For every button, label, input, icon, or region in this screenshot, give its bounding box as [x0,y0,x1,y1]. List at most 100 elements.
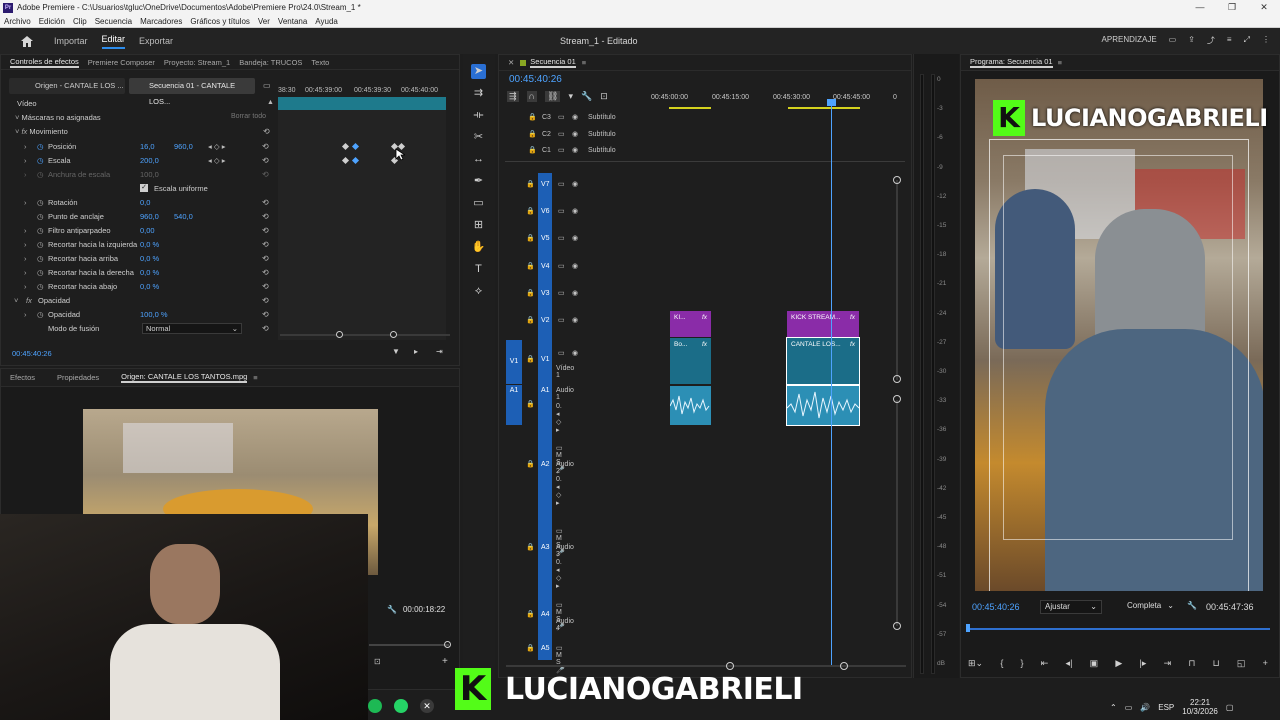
program-menu-icon[interactable]: ≡ [1058,58,1062,67]
eye-icon[interactable]: ◉ [572,180,578,188]
tab-premiere-composer[interactable]: Premiere Composer [88,58,155,67]
toggle-track-icon[interactable]: ▭ [558,207,565,215]
fit-select[interactable]: Ajustar ⌄ [1040,600,1102,614]
panel-menu-icon[interactable]: ≡ [253,373,257,382]
lock-icon[interactable]: 🔒 [526,644,535,652]
export-frame-icon[interactable]: ◱ [1237,658,1246,669]
timeline-ruler[interactable]: 00:45:00:00 00:45:15:00 00:45:30:00 00:4… [635,92,905,106]
row-blend-mode[interactable]: Modo de fusión Normal ⌄ ⟲ [0,321,276,335]
video-vertical-scrollbar[interactable] [896,180,898,380]
eye-icon[interactable]: ◉ [572,207,578,215]
clip-v2-kick-stream[interactable]: KICK STREAM... fx [787,311,859,337]
spotify-icon[interactable] [368,699,382,713]
lock-icon[interactable]: 🔒 [526,460,535,468]
scroll-handle[interactable] [840,662,848,670]
blend-mode-select[interactable]: Normal ⌄ [142,322,242,334]
menu-graficos[interactable]: Gráficos y títulos [190,17,250,26]
row-rotacion[interactable]: › ◷ Rotación 0,0 ⟲ [0,195,276,209]
lock-icon[interactable]: 🔒 [526,316,535,324]
stopwatch-icon[interactable]: ◷ [37,268,44,277]
toggle-track-icon[interactable]: ▭ [558,316,565,324]
source-scroll-handle[interactable] [444,641,451,648]
stopwatch-icon[interactable]: ◷ [37,226,44,235]
captions-icon[interactable]: ⊡ [600,91,608,102]
clip-v2-kick[interactable]: KI... fx [670,311,711,337]
menu-edicion[interactable]: Edición [39,17,65,26]
tab-efectos[interactable]: Efectos [10,373,35,382]
menu-icon[interactable]: ≡ [1227,35,1232,46]
toggle-track-icon[interactable]: ▭ [558,349,565,357]
workspace-icon[interactable]: ▭ [1169,35,1177,46]
compare-icon[interactable]: ⊞⌄ [968,658,983,669]
eye-icon[interactable]: ◉ [572,234,578,242]
marker-icon[interactable]: ▾ [568,91,573,102]
sequence-clip-tab[interactable]: Secuencia 01 - CANTALE LOS... [129,78,255,106]
uniform-scale-checkbox[interactable]: ✓ [140,184,148,192]
clip-v1-bo[interactable]: Bo... fx [670,338,711,384]
row-filtro[interactable]: › ◷ Filtro antiparpadeo 0,00 ⟲ [0,223,276,237]
menu-ventana[interactable]: Ventana [278,17,307,26]
close-button[interactable]: ✕ [1248,0,1280,15]
timeline-timecode[interactable]: 00:45:40:26 [509,74,562,85]
eye-icon[interactable]: ◉ [572,262,578,270]
clock[interactable]: 22:21 10/3/2026 [1182,698,1218,716]
lock-icon[interactable]: 🔒 [526,400,535,408]
lock-icon[interactable]: 🔒 [526,180,535,188]
lift-icon[interactable]: ⊓ [1188,658,1195,669]
escala-value[interactable]: 200,0 [140,156,159,165]
source-patch-a1[interactable]: A1 [506,385,522,425]
hand-tool-icon[interactable]: ✋ [471,240,486,255]
lock-icon[interactable]: 🔒 [526,289,535,297]
row-opacidad-section[interactable]: ˅ fx Opacidad ⟲ [0,293,276,307]
row-punto-anclaje[interactable]: ◷ Punto de anclaje 960,0 540,0 ⟲ [0,209,276,223]
source-add-icon[interactable]: + [442,656,448,667]
pen-tool-icon[interactable]: ✒ [471,174,486,189]
rectangle-tool-icon[interactable]: ▭ [471,196,486,211]
stopwatch-icon[interactable]: ◷ [37,282,44,291]
network-icon[interactable]: ▭ [1125,703,1133,712]
expand-icon[interactable]: ⤢ [1244,35,1250,46]
lock-icon[interactable]: 🔒 [526,207,535,215]
tab-effect-controls[interactable]: Controles de efectos [10,57,79,68]
selection-tool-icon[interactable]: ➤ [471,64,486,79]
notification-icon[interactable]: ▢ [1226,703,1234,712]
play-only-icon[interactable]: ▸ [414,347,418,356]
row-posicion[interactable]: › ◷ Posición 16,0 960,0 ◂ ◇ ▸ ⟲ [0,139,276,153]
menu-archivo[interactable]: Archivo [4,17,31,26]
posicion-x[interactable]: 16,0 [140,142,155,151]
eye-icon[interactable]: ◉ [572,289,578,297]
source-settings-icon[interactable]: ⊡ [374,657,381,666]
export-icon[interactable]: ⤴ [1207,35,1215,46]
tab-program[interactable]: Programa: Secuencia 01 [970,57,1053,68]
stopwatch-icon[interactable]: ◷ [37,156,44,165]
volume-icon[interactable]: 🔊 [1140,703,1150,712]
filter-icon[interactable]: ▼ [392,347,400,356]
whatsapp-icon[interactable] [394,699,408,713]
toggle-track-icon[interactable]: ▭ [558,130,565,138]
play-icon[interactable]: ▶ [1115,658,1122,669]
source-clip-tab[interactable]: Origen - CANTALE LOS ... [9,78,125,94]
lang-indicator[interactable]: ESP [1158,703,1174,712]
stopwatch-icon[interactable]: ◷ [37,142,44,151]
menu-ver[interactable]: Ver [258,17,270,26]
playhead-handle[interactable] [827,99,836,106]
stopwatch-icon[interactable]: ◷ [37,198,44,207]
lock-icon[interactable]: 🔒 [526,610,535,618]
lock-icon[interactable]: 🔒 [528,113,537,121]
keyframe-nav-icon[interactable]: ◂ ◇ ▸ [208,142,225,151]
settings-icon[interactable]: ⋮ [1262,35,1270,46]
row-recortar-der[interactable]: › ◷ Recortar hacia la derecha 0,0 % ⟲ [0,265,276,279]
tab-project[interactable]: Proyecto: Stream_1 [164,58,230,67]
razor-tool-icon[interactable]: ✂ [471,130,486,145]
scroll-handle[interactable] [893,395,901,403]
reset-movement-icon[interactable]: ⟲ [263,127,270,136]
program-playhead[interactable] [966,624,970,632]
tab-sequence[interactable]: Secuencia 01 [530,57,576,68]
source-patch-v1[interactable]: V1 [506,340,522,384]
program-timecode[interactable]: 00:45:40:26 [972,602,1020,612]
lock-icon[interactable]: 🔒 [526,262,535,270]
scroll-handle[interactable] [893,176,901,184]
tab-editar[interactable]: Editar [101,34,126,49]
toggle-track-icon[interactable]: ▭ [558,113,565,121]
mark-in-icon[interactable]: { [1000,658,1003,668]
